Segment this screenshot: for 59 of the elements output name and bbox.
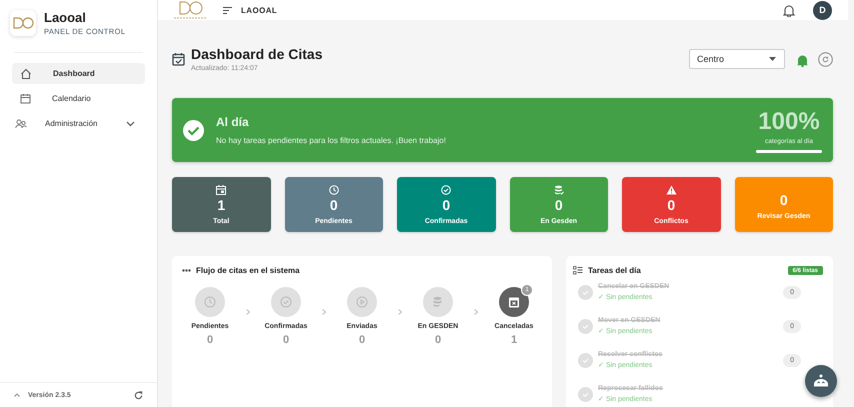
- brand-name: Laooal: [44, 10, 87, 25]
- nav-item[interactable]: Calendario: [12, 88, 145, 109]
- panel-title: Tareas del día: [588, 266, 641, 275]
- clock-icon: [328, 184, 339, 194]
- stat-value: 0: [667, 196, 676, 212]
- chevron-icon: [398, 309, 402, 315]
- banner-title: Al día: [216, 115, 250, 129]
- check-circle-icon: [280, 296, 292, 308]
- app-title: LAOOAL: [241, 6, 278, 14]
- calendar-icon: [20, 93, 31, 104]
- calendar-icon: [216, 184, 226, 194]
- chevron-icon: [474, 309, 478, 315]
- caret-icon: [769, 57, 776, 61]
- robot-icon: [812, 374, 830, 388]
- percent-value: 100%: [758, 108, 820, 136]
- center-select[interactable]: Centro: [689, 49, 785, 69]
- panel-title: Flujo de citas en el sistema: [196, 266, 300, 275]
- step-count: 1: [510, 334, 518, 346]
- step-circle[interactable]: [423, 287, 453, 317]
- stat-value: 0: [330, 196, 338, 212]
- warning-icon: [666, 184, 677, 194]
- people-icon: [15, 118, 27, 128]
- chevron-icon: [322, 309, 326, 315]
- step-circle[interactable]: [271, 287, 301, 317]
- chevron-icon: [246, 309, 250, 315]
- check-circle-icon: [441, 184, 452, 194]
- nav-item[interactable]: Administración: [12, 113, 145, 134]
- logo-icon: [172, 0, 208, 20]
- user-avatar[interactable]: D: [813, 0, 832, 20]
- stat-value: 0: [554, 196, 563, 212]
- calendar-check-icon: [172, 52, 185, 66]
- checklist-icon: [573, 266, 583, 275]
- step-circle[interactable]: [347, 287, 377, 317]
- caret-icon: [14, 393, 20, 397]
- step-count: 0: [206, 334, 214, 346]
- stat-value: 0: [780, 192, 788, 208]
- nav-item[interactable]: Dashboard: [12, 63, 145, 84]
- step-circle[interactable]: [195, 287, 225, 317]
- home-icon: [20, 68, 32, 80]
- step-count: 0: [282, 334, 290, 346]
- page-title: Dashboard de Citas: [191, 46, 322, 62]
- bell-icon[interactable]: [783, 4, 795, 16]
- step-count: 0: [358, 334, 366, 346]
- menu-icon[interactable]: [223, 6, 232, 14]
- database-icon: [432, 296, 444, 308]
- calendar-x-icon: [508, 296, 520, 308]
- database-icon: [554, 184, 564, 194]
- dots-icon: [182, 269, 191, 272]
- refresh-icon[interactable]: [134, 390, 143, 400]
- stat-value: 0: [442, 196, 450, 212]
- logo-icon: [10, 10, 36, 36]
- step-count: 0: [434, 334, 442, 346]
- clock-icon: [204, 296, 216, 308]
- stat-value: 1: [217, 196, 226, 212]
- play-icon: [356, 296, 368, 308]
- chevron-icon: [126, 120, 135, 126]
- banner-message: No hay tareas pendientes para los filtros actuales. ¡Buen trabajo!: [216, 136, 446, 145]
- check-circle-icon: [183, 120, 204, 140]
- refresh-icon[interactable]: [818, 52, 833, 67]
